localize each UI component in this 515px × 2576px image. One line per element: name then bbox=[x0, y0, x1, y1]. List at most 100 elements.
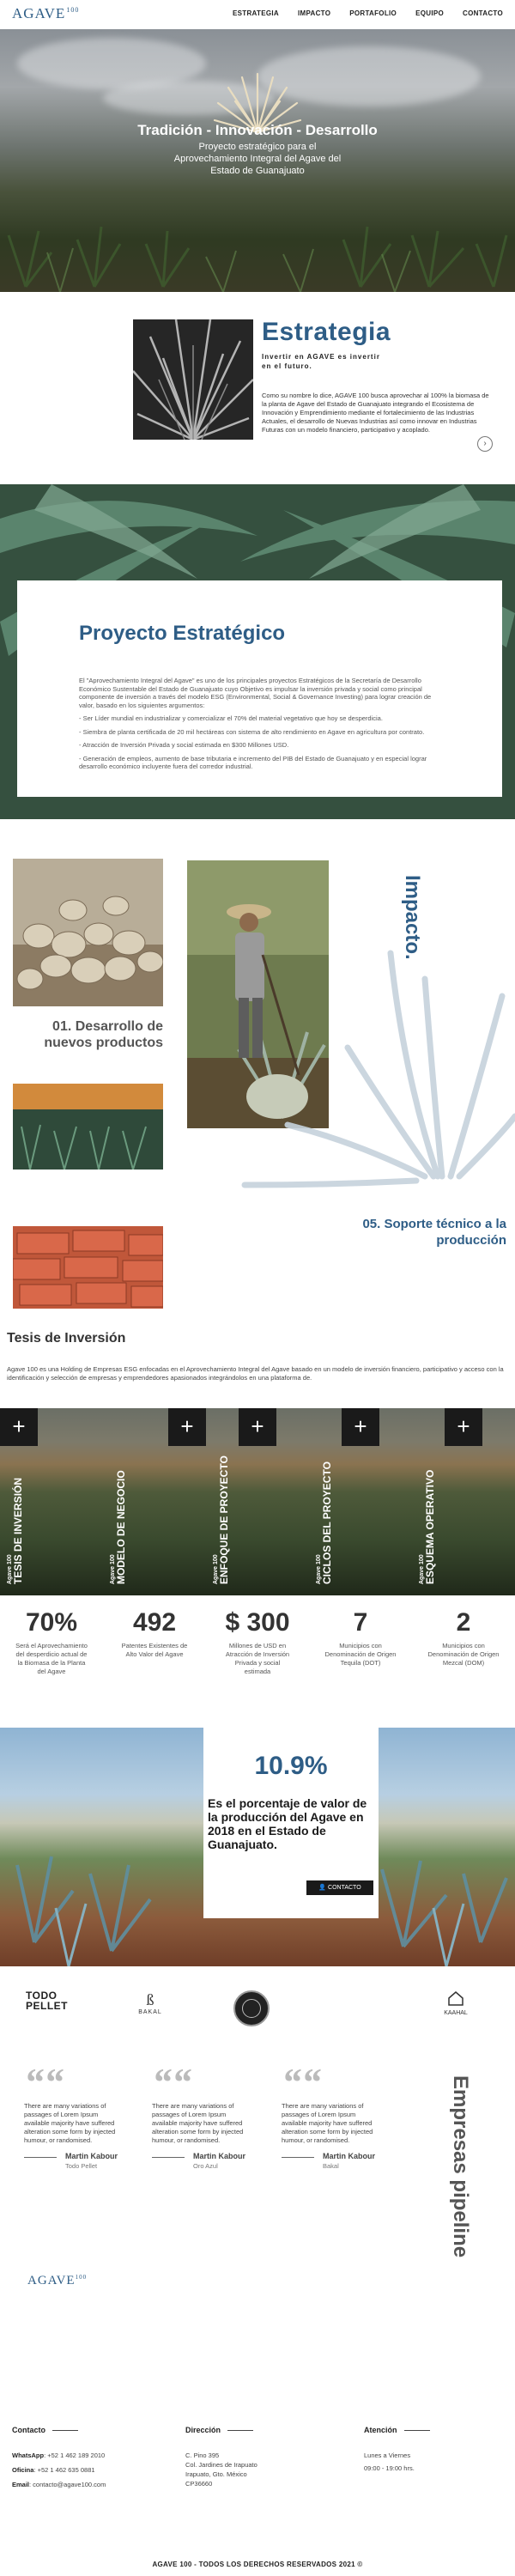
partner-name: BAKAL bbox=[138, 2009, 162, 2015]
tesis-panel-big: TESIS DE INVERSIÓN bbox=[12, 1477, 24, 1584]
testimonial-company: Oro Azul bbox=[193, 2162, 218, 2170]
proyecto-item: - Atracción de Inversión Privada y socia… bbox=[79, 741, 289, 749]
address-line: CP36660 bbox=[185, 2480, 213, 2488]
stat-item: 70% Será el Aprovechamiento del desperdi… bbox=[0, 1607, 103, 1702]
address-line: Col. Jardines de Irapuato bbox=[185, 2461, 258, 2469]
tesis-panel-big: CICLOS DEL PROYECTO bbox=[321, 1461, 333, 1584]
testimonial-name: Martin Kabour bbox=[193, 2152, 246, 2160]
tesis-panel-big: ENFOQUE DE PROYECTO bbox=[218, 1455, 230, 1584]
partner-logo-bakal[interactable]: ß BAKAL bbox=[133, 1990, 167, 2025]
estrategia-body: Como su nombre lo dice, AGAVE 100 busca … bbox=[262, 392, 489, 434]
tesis-panel[interactable]: + Agave 100 MODELO DE NEGOCIO bbox=[103, 1408, 206, 1595]
divider bbox=[24, 2157, 57, 2158]
logo-number: 100 bbox=[75, 2274, 88, 2281]
impacto-item-01: 01. Desarrollo de nuevos productos bbox=[44, 1019, 163, 1050]
adobe-bricks-photo bbox=[13, 1226, 163, 1309]
hero-banner: Tradición - Innovación - Desarrollo Proy… bbox=[0, 29, 515, 292]
email-address: : contacto@agave100.com bbox=[29, 2481, 106, 2488]
stat-number: $ 300 bbox=[225, 1608, 290, 1637]
partner-logo-kaahal[interactable]: KAAHAL bbox=[436, 1990, 476, 2025]
tesis-title: Tesis de Inversión bbox=[7, 1331, 126, 1346]
whatsapp-line[interactable]: WhatsApp: +52 1 462 189 2010 bbox=[12, 2451, 106, 2460]
tesis-panel-label: Agave 100 TESIS DE INVERSIÓN bbox=[7, 1478, 24, 1584]
tesis-panel[interactable]: + Agave 100 TESIS DE INVERSIÓN bbox=[0, 1408, 103, 1595]
tesis-panel[interactable]: + Agave 100 ESQUEMA OPERATIVO bbox=[412, 1408, 515, 1595]
user-icon: 👤 bbox=[318, 1885, 329, 1891]
plus-icon[interactable]: + bbox=[445, 1408, 482, 1446]
testimonial-card: ““ There are many variations of passages… bbox=[152, 2060, 246, 2170]
plus-icon[interactable]: + bbox=[168, 1408, 206, 1446]
estrategia-title: Estrategia bbox=[262, 318, 391, 346]
proyecto-title: Proyecto Estratégico bbox=[79, 622, 286, 645]
logo-text: AGAVE bbox=[27, 2274, 76, 2287]
footer-logo[interactable]: AGAVE100 bbox=[27, 2274, 87, 2288]
proyecto-item: - Ser Líder mundial en industrializar y … bbox=[79, 714, 383, 722]
stat-number: 70% bbox=[25, 1608, 78, 1637]
footer-atencion: Atención Lunes a Viernes 09:00 - 19:00 h… bbox=[364, 2421, 430, 2473]
footer-direccion: Dirección C. Pino 395 Col. Jardines de I… bbox=[185, 2421, 258, 2488]
email-line[interactable]: Email: contacto@agave100.com bbox=[12, 2480, 106, 2489]
stat-item: 7 Municipios con Denominación de Origen … bbox=[309, 1607, 412, 1702]
partner-name: TODO PELLET bbox=[26, 1990, 69, 2012]
stat-label: Municipios con Denominación de Origen Te… bbox=[324, 1642, 397, 1667]
tesis-panel-label: Agave 100 MODELO DE NEGOCIO bbox=[110, 1470, 127, 1584]
main-nav: ESTRATEGIA IMPACTO PORTAFOLIO EQUIPO CON… bbox=[233, 9, 503, 17]
proyecto-list: El "Aprovechamiento Integral del Agave" … bbox=[79, 677, 439, 776]
plus-icon[interactable]: + bbox=[342, 1408, 379, 1446]
email-label: Email bbox=[12, 2481, 30, 2488]
testimonial-text: There are many variations of passages of… bbox=[24, 2102, 116, 2144]
nav-estrategia[interactable]: ESTRATEGIA bbox=[233, 9, 279, 17]
tesis-panel-label: Agave 100 CICLOS DEL PROYECTO bbox=[316, 1461, 333, 1584]
quote-icon: ““ bbox=[152, 2060, 191, 2104]
nav-equipo[interactable]: EQUIPO bbox=[415, 9, 444, 17]
agave-pinas-photo bbox=[13, 859, 163, 1006]
plus-icon[interactable]: + bbox=[239, 1408, 276, 1446]
partner-logo-seal[interactable] bbox=[233, 1990, 270, 2026]
divider bbox=[282, 2157, 314, 2158]
divider bbox=[152, 2157, 185, 2158]
partner-logo-todo-pellet[interactable]: TODO PELLET bbox=[26, 1990, 79, 2025]
next-arrow-button[interactable]: › bbox=[477, 436, 493, 452]
testimonial-name: Martin Kabour bbox=[65, 2152, 118, 2160]
nav-contacto[interactable]: CONTACTO bbox=[463, 9, 503, 17]
address-line: Irapuato, Gto. México bbox=[185, 2470, 247, 2478]
testimonial-card: ““ There are many variations of passages… bbox=[282, 2060, 376, 2170]
seal-icon bbox=[242, 1999, 261, 2018]
quote-icon: ““ bbox=[24, 2060, 64, 2104]
tesis-panel[interactable]: + Agave 100 ENFOQUE DE PROYECTO bbox=[206, 1408, 309, 1595]
quote-icon: ““ bbox=[282, 2060, 321, 2104]
bakal-icon: ß bbox=[146, 1991, 154, 2008]
stat-number: 7 bbox=[353, 1608, 368, 1637]
stats-row: 70% Será el Aprovechamiento del desperdi… bbox=[0, 1607, 515, 1702]
proyecto-item: - Siembra de planta certificada de 20 mi… bbox=[79, 727, 425, 736]
oficina-number: : +52 1 462 635 0881 bbox=[33, 2466, 95, 2474]
highlight-number: 10.9% bbox=[254, 1752, 328, 1780]
oficina-line[interactable]: Oficina: +52 1 462 635 0881 bbox=[12, 2465, 106, 2475]
testimonial-card: ““ There are many variations of passages… bbox=[24, 2060, 118, 2170]
stat-item: 2 Municipios con Denominación de Origen … bbox=[412, 1607, 515, 1702]
impacto-item-05: 05. Soporte técnico a la producción bbox=[362, 1217, 506, 1248]
site-logo[interactable]: AGAVE100 bbox=[12, 5, 79, 22]
testimonial-company: Bakal bbox=[323, 2162, 339, 2170]
footer-heading: Contacto bbox=[12, 2426, 78, 2434]
oficina-label: Oficina bbox=[12, 2466, 34, 2474]
whatsapp-number: : +52 1 462 189 2010 bbox=[44, 2451, 106, 2459]
testimonial-text: There are many variations of passages of… bbox=[152, 2102, 244, 2144]
address-line: C. Pino 395 bbox=[185, 2451, 220, 2459]
pipeline-title-text: Empresas pipeline bbox=[449, 2075, 472, 2258]
contacto-button-label: CONTACTO bbox=[328, 1885, 361, 1891]
nav-impacto[interactable]: IMPACTO bbox=[298, 9, 330, 17]
footer-heading: Atención bbox=[364, 2426, 430, 2434]
proyecto-intro: El "Aprovechamiento Integral del Agave" … bbox=[79, 677, 432, 709]
site-header: AGAVE100 ESTRATEGIA IMPACTO PORTAFOLIO E… bbox=[0, 0, 515, 29]
tesis-panel-label: Agave 100 ESQUEMA OPERATIVO bbox=[419, 1470, 436, 1584]
agave-field-sunset-photo bbox=[13, 1084, 163, 1170]
tesis-panel[interactable]: + Agave 100 CICLOS DEL PROYECTO bbox=[309, 1408, 412, 1595]
contacto-button[interactable]: 👤 CONTACTO bbox=[306, 1880, 373, 1895]
plus-icon[interactable]: + bbox=[0, 1408, 38, 1446]
copyright-text: AGAVE 100 - TODOS LOS DERECHOS RESERVADO… bbox=[152, 2561, 363, 2568]
tesis-panel-label: Agave 100 ENFOQUE DE PROYECTO bbox=[213, 1455, 230, 1584]
stat-number: 492 bbox=[132, 1608, 177, 1637]
hours-line: 09:00 - 19:00 hrs. bbox=[364, 2464, 415, 2472]
nav-portafolio[interactable]: PORTAFOLIO bbox=[349, 9, 397, 17]
